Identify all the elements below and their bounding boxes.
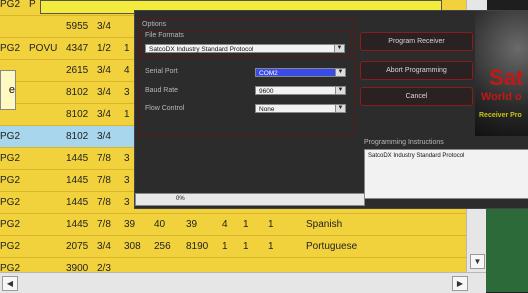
table-cell: 5955 <box>66 21 89 32</box>
chevron-down-icon[interactable]: ▼ <box>335 105 345 112</box>
table-cell: 40 <box>154 219 166 230</box>
file-format-select[interactable]: SatcoDX Industry Standard Protocol ▼ <box>145 44 345 53</box>
logo-line3: Receiver Pro <box>479 112 522 119</box>
table-cell: 7/8 <box>97 175 111 186</box>
table-cell: 8102 <box>66 131 89 142</box>
instructions-panel: Programming Instructions SatcoDX Industr… <box>364 139 528 199</box>
table-cell: 1/2 <box>97 43 111 54</box>
table-cell: 39 <box>186 219 198 230</box>
instructions-label: Programming Instructions <box>364 139 444 146</box>
program-receiver-button[interactable]: Program Receiver <box>360 32 473 51</box>
table-cell: 1 <box>268 241 274 252</box>
chevron-down-icon[interactable]: ▼ <box>335 69 345 76</box>
table-cell: 308 <box>124 241 141 252</box>
table-cell: 7/8 <box>97 197 111 208</box>
table-cell: PG2 <box>0 43 21 54</box>
table-cell: Spanish <box>306 219 343 230</box>
file-formats-panel: File Formats SatcoDX Industry Standard P… <box>141 30 351 58</box>
horizontal-scrollbar[interactable]: ◀ ▶ <box>0 272 486 293</box>
table-cell: 1 <box>124 43 130 54</box>
logo-line1: Sat <box>489 65 524 90</box>
table-cell: 2615 <box>66 65 89 76</box>
table-cell: Portuguese <box>306 241 358 252</box>
logo-line2: World o <box>481 91 522 103</box>
instructions-text: SatcoDX Industry Standard Protocol <box>364 149 528 199</box>
table-cell: 1 <box>243 241 249 252</box>
table-cell: PG2 <box>0 175 21 186</box>
background-window <box>486 195 528 292</box>
table-cell: 3/4 <box>97 21 111 32</box>
table-cell: 3/4 <box>97 65 111 76</box>
abort-programming-button[interactable]: Abort Programming <box>360 61 473 80</box>
scroll-down-icon[interactable]: ▼ <box>470 254 485 269</box>
table-cell: 4347 <box>66 43 89 54</box>
table-cell: PG2 <box>0 241 21 252</box>
baud-rate-label: Baud Rate <box>145 87 179 94</box>
table-cell: 1 <box>222 241 228 252</box>
file-formats-label: File Formats <box>145 32 184 39</box>
table-cell: P <box>29 0 36 10</box>
table-row[interactable]: PG2 1445 7/8 39 40 39 4 1 1 Spanish <box>0 214 486 236</box>
serial-port-value: COM2 <box>259 70 278 77</box>
table-cell: 1445 <box>66 197 89 208</box>
baud-rate-select[interactable]: 9600 ▼ <box>255 86 346 95</box>
table-cell: 3/4 <box>97 109 111 120</box>
table-cell: 3 <box>124 87 130 98</box>
scroll-right-icon[interactable]: ▶ <box>452 276 468 291</box>
baud-rate-value: 9600 <box>259 88 274 95</box>
table-cell: 1 <box>243 219 249 230</box>
table-cell: 8102 <box>66 87 89 98</box>
chevron-down-icon[interactable]: ▼ <box>335 87 345 94</box>
table-cell: 3/4 <box>97 241 111 252</box>
table-cell: 8190 <box>186 241 209 252</box>
table-cell: 3 <box>124 153 130 164</box>
serial-port-label: Serial Port <box>145 68 178 75</box>
cancel-button[interactable]: Cancel <box>360 87 473 106</box>
table-cell: 1445 <box>66 175 89 186</box>
table-cell: 39 <box>124 219 136 230</box>
table-cell: PG2 <box>0 219 21 230</box>
table-cell: 1445 <box>66 219 89 230</box>
table-cell: 256 <box>154 241 171 252</box>
tooltip-left: e <box>0 70 16 110</box>
table-cell: PG2 <box>0 197 21 208</box>
table-cell: PG2 <box>0 131 21 142</box>
flow-control-select[interactable]: None ▼ <box>255 104 346 113</box>
table-cell: 2075 <box>66 241 89 252</box>
progress-bar: 0% <box>135 193 365 206</box>
progress-text: 0% <box>176 196 185 202</box>
table-cell: 1 <box>268 219 274 230</box>
chevron-down-icon[interactable]: ▼ <box>334 45 344 52</box>
options-label: Options <box>142 21 167 28</box>
table-cell: POVU <box>29 43 58 54</box>
flow-control-label: Flow Control <box>145 105 185 112</box>
scroll-left-icon[interactable]: ◀ <box>2 276 18 291</box>
file-format-value: SatcoDX Industry Standard Protocol <box>149 46 254 53</box>
table-cell: 1 <box>124 109 130 120</box>
table-cell: 1445 <box>66 153 89 164</box>
serial-port-select[interactable]: COM2 ▼ <box>255 68 346 77</box>
table-cell: 4 <box>124 65 130 76</box>
table-cell: 4 <box>222 219 228 230</box>
table-cell: 3 <box>124 175 130 186</box>
table-cell: 7/8 <box>97 153 111 164</box>
table-cell: PG2 <box>0 0 21 10</box>
table-cell: 3 <box>124 197 130 208</box>
flow-control-value: None <box>259 106 275 113</box>
table-cell: 3/4 <box>97 87 111 98</box>
table-row[interactable]: PG2 2075 3/4 308 256 8190 1 1 1 Portuguese <box>0 236 486 258</box>
table-cell: PG2 <box>0 153 21 164</box>
table-cell: 7/8 <box>97 219 111 230</box>
table-cell: 8102 <box>66 109 89 120</box>
brand-logo: Sat World o Receiver Pro <box>475 11 528 136</box>
programmer-window: Options File Formats SatcoDX Industry St… <box>134 10 528 209</box>
table-cell: 3/4 <box>97 131 111 142</box>
